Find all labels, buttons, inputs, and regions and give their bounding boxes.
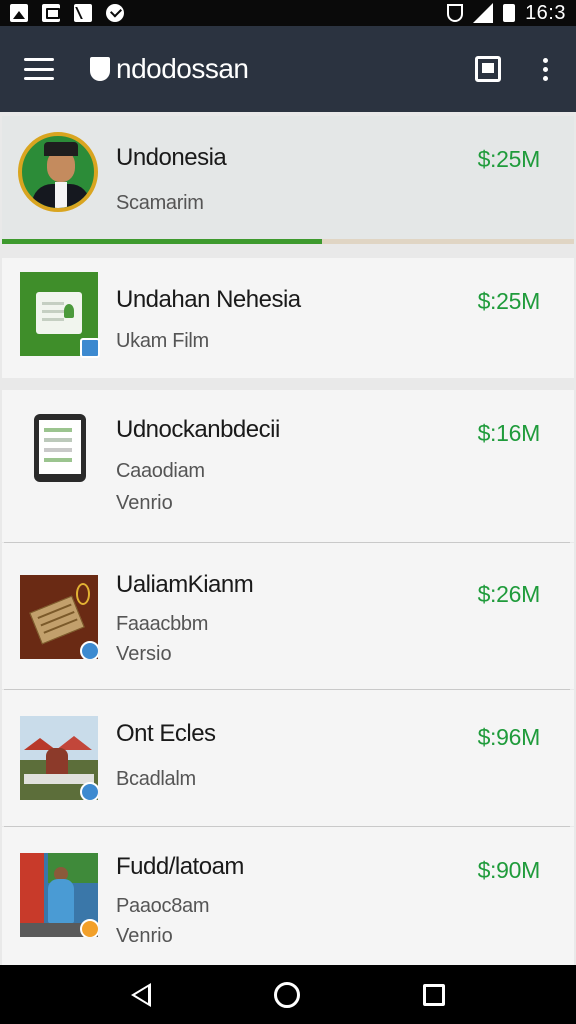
document-icon: [36, 292, 82, 334]
item-thumbnail: [20, 575, 98, 659]
tablet-icon: [34, 414, 86, 482]
list-item[interactable]: UaliamKianm Faaacbbm Versio $:26M: [2, 543, 574, 689]
avatar-photo: [18, 132, 98, 212]
app-title: ndodossan: [116, 53, 249, 84]
image-icon: [10, 4, 28, 22]
item-title: UaliamKianm: [116, 571, 254, 598]
menu-icon[interactable]: [24, 58, 54, 80]
badge-icon: [80, 919, 98, 937]
photo-icon: [42, 4, 60, 22]
item-list: Undonesia Scamarim $:25M Undahan Nehesia…: [0, 112, 576, 965]
item-subtitle: Bcadlalm: [116, 768, 196, 790]
recents-icon[interactable]: [422, 983, 445, 1006]
item-title: Undonesia: [116, 144, 227, 171]
notification-icons: [10, 4, 124, 22]
badge-icon: [80, 338, 100, 358]
item-price: $:25M: [477, 146, 541, 172]
item-subtitle-2: Venrio: [116, 925, 173, 947]
more-vert-icon[interactable]: [539, 57, 552, 81]
item-thumbnail: [20, 272, 100, 358]
board-image: [29, 595, 85, 645]
back-icon[interactable]: [131, 982, 152, 1007]
app-bar-actions: [475, 56, 552, 82]
item-title: Fudd/latoam: [116, 853, 244, 880]
item-price: $:26M: [477, 581, 541, 607]
n-box-icon: [74, 4, 92, 22]
avatar: [18, 132, 102, 216]
system-icons: 16:3: [447, 2, 566, 25]
list-item[interactable]: Udnockanbdecii Caaodiam Venrio $:16M: [2, 390, 574, 542]
lamp-image: [76, 583, 90, 605]
list-item[interactable]: Fudd/latoam Paaoc8am Venrio $:90M: [2, 827, 574, 965]
item-title: Undahan Nehesia: [116, 286, 301, 313]
list-item[interactable]: Undahan Nehesia Ukam Film $:25M: [2, 258, 574, 378]
item-subtitle: Paaoc8am: [116, 895, 210, 917]
item-subtitle-2: Versio: [116, 643, 172, 665]
item-price: $:16M: [477, 420, 541, 446]
item-price: $:25M: [477, 288, 541, 314]
status-bar: 16:3: [0, 0, 576, 26]
item-title: Udnockanbdecii: [116, 416, 280, 443]
item-price: $:90M: [477, 857, 541, 883]
item-thumbnail: [20, 412, 98, 496]
item-subtitle: Scamarim: [116, 192, 204, 214]
progress-fill: [2, 239, 323, 244]
battery-icon: [503, 4, 516, 22]
list-item[interactable]: Undonesia Scamarim $:25M: [2, 116, 574, 244]
badge-icon: [80, 641, 98, 659]
brand: ndodossan: [90, 53, 249, 85]
check-circle-icon: [106, 4, 124, 22]
bookmark-icon[interactable]: [475, 56, 501, 82]
item-subtitle: Ukam Film: [116, 330, 209, 352]
signal-icon: [473, 3, 494, 23]
app-bar: ndodossan: [0, 26, 576, 112]
item-subtitle-2: Venrio: [116, 492, 173, 514]
item-title: Ont Ecles: [116, 720, 216, 747]
list-item[interactable]: Ont Ecles Bcadlalm $:96M: [2, 690, 574, 826]
home-icon[interactable]: [273, 981, 300, 1008]
item-thumbnail: [20, 716, 98, 800]
progress-bar: [2, 239, 574, 244]
item-thumbnail: [20, 853, 98, 937]
badge-icon: [80, 782, 98, 800]
item-price: $:96M: [477, 724, 541, 750]
navigation-bar: [0, 965, 576, 1024]
shield-icon: [447, 4, 464, 22]
shield-logo-icon: [90, 57, 110, 81]
status-time: 16:3: [525, 1, 566, 24]
item-subtitle: Caaodiam: [116, 460, 205, 482]
item-subtitle: Faaacbbm: [116, 613, 209, 635]
